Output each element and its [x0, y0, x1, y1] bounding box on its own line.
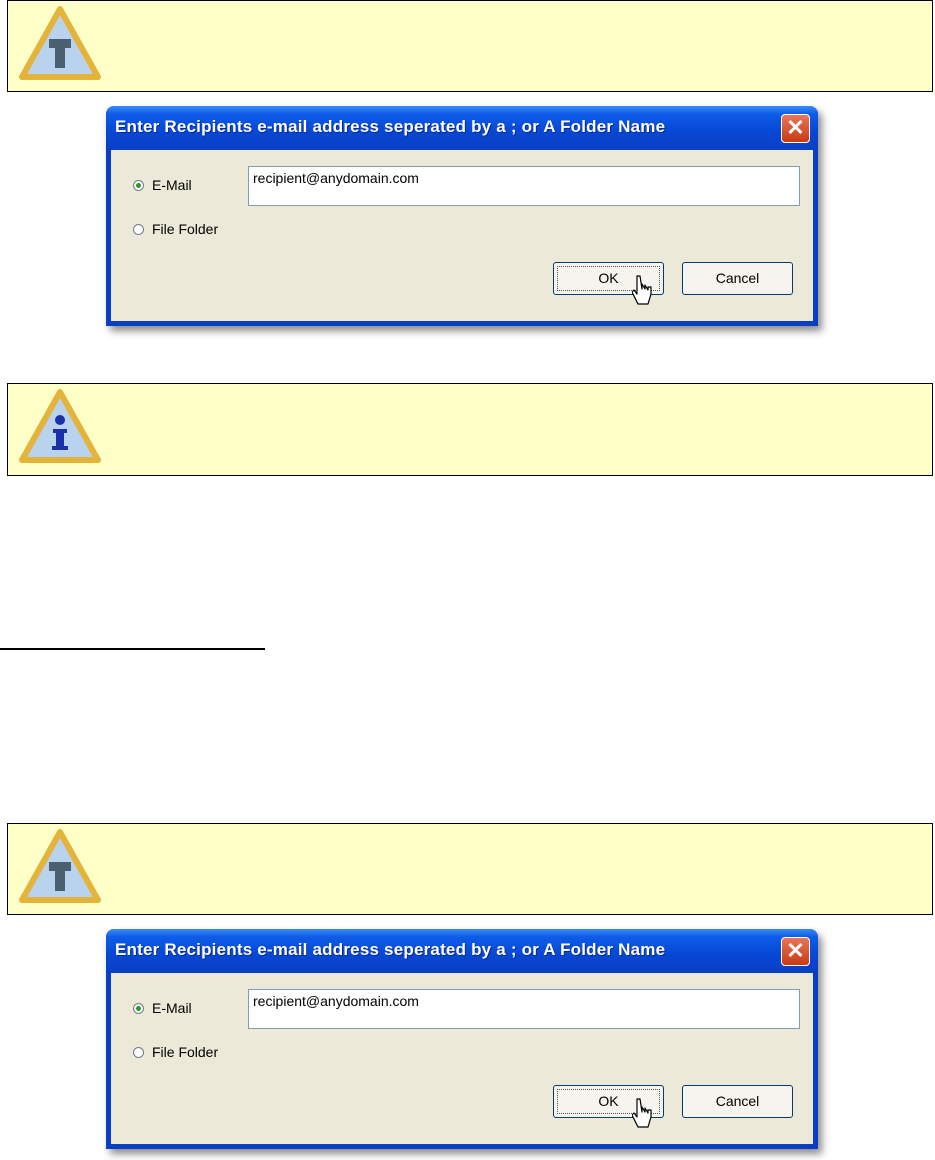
email-radio[interactable] — [133, 1002, 144, 1014]
dialog-title: Enter Recipients e-mail address seperate… — [115, 940, 666, 959]
close-button[interactable]: ✕ — [781, 114, 810, 143]
email-radio-label: E-Mail — [152, 177, 192, 193]
folder-option[interactable]: File Folder — [133, 221, 218, 237]
tip-note-1 — [7, 0, 933, 92]
email-radio-label: E-Mail — [152, 1000, 192, 1016]
folder-option[interactable]: File Folder — [133, 1044, 218, 1060]
close-icon: ✕ — [786, 115, 805, 140]
email-input[interactable]: recipient@anydomain.com — [248, 989, 800, 1029]
info-icon — [19, 389, 101, 463]
tip-note-2 — [7, 823, 933, 915]
close-icon: ✕ — [786, 938, 805, 963]
tip-icon — [19, 829, 101, 903]
email-option[interactable]: E-Mail — [133, 177, 192, 193]
dialog-title: Enter Recipients e-mail address seperate… — [115, 117, 666, 136]
dialog-body: E-Mail File Folder recipient@anydomain.c… — [111, 150, 813, 321]
recipient-dialog-2: Enter Recipients e-mail address seperate… — [106, 929, 818, 1149]
cancel-button[interactable]: Cancel — [682, 262, 793, 295]
dialog-body: E-Mail File Folder recipient@anydomain.c… — [111, 973, 813, 1144]
folder-radio-label: File Folder — [152, 1044, 219, 1060]
email-radio[interactable] — [133, 179, 144, 191]
tip-icon — [19, 6, 101, 80]
hand-cursor-icon — [632, 275, 652, 305]
email-option[interactable]: E-Mail — [133, 1000, 192, 1016]
email-input[interactable]: recipient@anydomain.com — [248, 166, 800, 206]
info-note — [7, 383, 933, 476]
dialog-titlebar[interactable]: Enter Recipients e-mail address seperate… — [106, 929, 818, 973]
folder-radio[interactable] — [133, 223, 144, 235]
cancel-button[interactable]: Cancel — [682, 1085, 793, 1118]
folder-radio[interactable] — [133, 1046, 144, 1058]
close-button[interactable]: ✕ — [781, 937, 810, 966]
folder-radio-label: File Folder — [152, 221, 219, 237]
recipient-dialog-1: Enter Recipients e-mail address seperate… — [106, 106, 818, 326]
section-divider — [0, 648, 265, 650]
hand-cursor-icon — [632, 1098, 652, 1128]
dialog-titlebar[interactable]: Enter Recipients e-mail address seperate… — [106, 106, 818, 150]
